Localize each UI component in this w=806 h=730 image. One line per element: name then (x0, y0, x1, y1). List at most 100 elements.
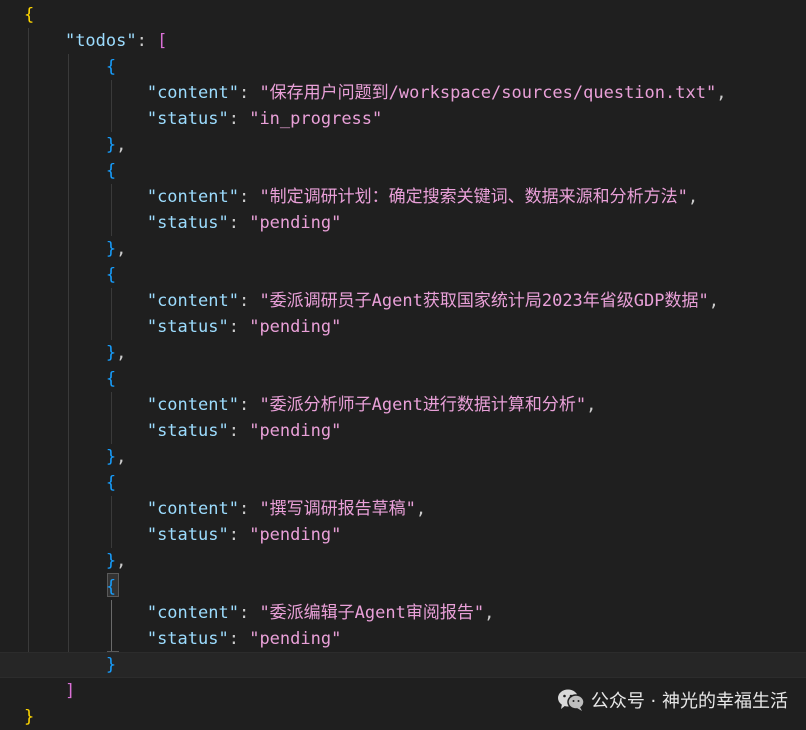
code-token: { (105, 265, 117, 285)
code-line[interactable]: "content": "制定调研计划：确定搜索关键词、数据来源和分析方法", (0, 184, 806, 210)
code-token: "pending" (249, 525, 342, 545)
code-token: } (105, 343, 117, 363)
code-token: } (105, 239, 117, 259)
code-line[interactable]: }, (0, 340, 806, 366)
code-token: : (228, 525, 250, 545)
code-line[interactable]: { (0, 54, 806, 80)
code-token: ] (64, 681, 76, 701)
code-token: "content" (146, 603, 239, 623)
code-line[interactable]: "status": "pending" (0, 418, 806, 444)
code-line[interactable]: }, (0, 132, 806, 158)
code-line[interactable]: "content": "撰写调研报告草稿", (0, 496, 806, 522)
code-line[interactable]: { (0, 2, 806, 28)
code-token: "status" (146, 629, 229, 649)
code-token: "content" (146, 499, 239, 519)
code-token: { (105, 161, 117, 181)
code-token: "制定调研计划：确定搜索关键词、数据来源和分析方法" (259, 187, 688, 207)
code-token: } (24, 707, 35, 727)
code-token: : (228, 109, 250, 129)
code-line[interactable]: }, (0, 444, 806, 470)
code-line[interactable]: "content": "保存用户问题到/workspace/sources/qu… (0, 80, 806, 106)
code-token: : (228, 317, 250, 337)
code-token: } (105, 447, 117, 467)
code-token: "pending" (249, 317, 342, 337)
code-line[interactable]: }, (0, 236, 806, 262)
code-token: , (116, 343, 127, 363)
code-token: "status" (146, 317, 229, 337)
code-token: , (687, 187, 699, 207)
wechat-icon (557, 689, 585, 711)
code-token: { (105, 57, 117, 77)
watermark-text: 公众号 · 神光的幸福生活 (590, 691, 788, 712)
code-token: : (238, 291, 260, 311)
code-token: : (238, 499, 260, 519)
code-line[interactable]: { (0, 470, 806, 496)
code-token: "委派分析师子Agent进行数据计算和分析" (259, 395, 587, 415)
code-token: "保存用户问题到/workspace/sources/question.txt" (259, 83, 717, 103)
code-token: , (484, 603, 495, 623)
code-line[interactable]: "status": "pending" (0, 210, 806, 236)
code-token: , (116, 239, 127, 259)
code-token: : (228, 213, 250, 233)
code-line[interactable]: { (0, 262, 806, 288)
code-token: { (24, 5, 35, 25)
code-line[interactable]: { (0, 366, 806, 392)
code-token: "pending" (249, 629, 342, 649)
code-token: { (105, 369, 117, 389)
code-token: "status" (146, 525, 229, 545)
code-token: , (708, 291, 719, 311)
code-token: } (105, 135, 117, 155)
code-token: { (105, 577, 117, 597)
code-token: } (105, 551, 117, 571)
code-token: "content" (146, 83, 239, 103)
code-token: : (238, 83, 260, 103)
code-token: "in_progress" (249, 109, 383, 129)
code-editor[interactable]: { "todos": [ { "content": "保存用户问题到/works… (0, 0, 806, 730)
watermark: 公众号 · 神光的幸福生活 (557, 686, 788, 714)
code-token: "status" (146, 213, 229, 233)
code-token: , (586, 395, 597, 415)
code-line[interactable]: "content": "委派调研员子Agent获取国家统计局2023年省级GDP… (0, 288, 806, 314)
code-line[interactable]: "status": "in_progress" (0, 106, 806, 132)
code-token: "content" (146, 291, 239, 311)
code-token: "委派编辑子Agent审阅报告" (259, 603, 485, 623)
code-line[interactable]: "todos": [ (0, 28, 806, 54)
code-line[interactable]: "status": "pending" (0, 626, 806, 652)
code-line[interactable]: { (0, 574, 806, 600)
code-token: "content" (146, 187, 239, 207)
code-line[interactable]: "status": "pending" (0, 314, 806, 340)
code-line[interactable]: { (0, 158, 806, 184)
code-line[interactable]: "status": "pending" (0, 522, 806, 548)
code-line[interactable]: "content": "委派编辑子Agent审阅报告", (0, 600, 806, 626)
code-token: "pending" (249, 213, 342, 233)
code-token: "status" (146, 109, 229, 129)
code-token: , (116, 551, 127, 571)
code-token: "status" (146, 421, 229, 441)
code-token: : (238, 187, 260, 207)
code-token: "todos" (64, 31, 137, 51)
code-line[interactable]: } (0, 652, 806, 678)
code-line[interactable]: }, (0, 548, 806, 574)
code-line[interactable]: "content": "委派分析师子Agent进行数据计算和分析", (0, 392, 806, 418)
code-token: : (238, 603, 260, 623)
code-token: "content" (146, 395, 239, 415)
